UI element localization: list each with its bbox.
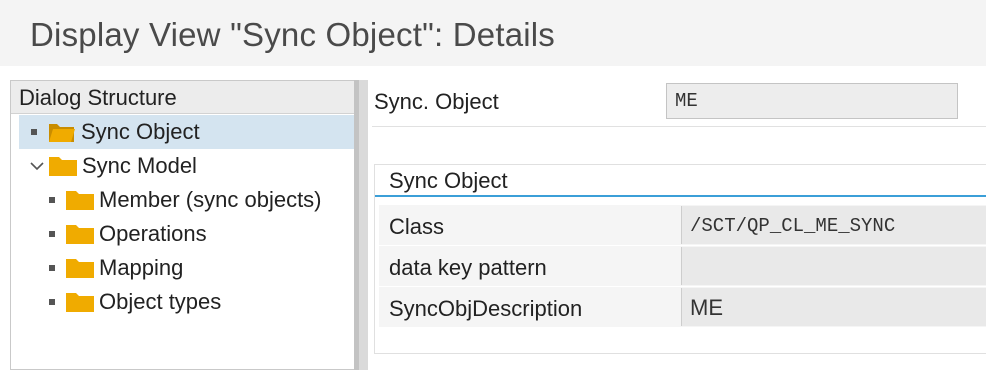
folder-icon <box>65 290 95 314</box>
bullet-icon <box>49 231 55 237</box>
folder-icon <box>65 222 95 246</box>
folder-icon <box>65 256 95 280</box>
bullet-icon <box>49 299 55 305</box>
tree-item-sync-model[interactable]: Sync Model <box>29 149 197 183</box>
title-bar: Display View "Sync Object": Details <box>0 0 986 66</box>
sync-object-group: Sync Object Class /SCT/QP_CL_ME_SYNC dat… <box>374 164 986 354</box>
sync-obj-description-field[interactable]: ME <box>681 288 986 326</box>
bullet-icon <box>49 197 55 203</box>
sync-obj-description-label: SyncObjDescription <box>389 296 583 321</box>
tree-item-object-types[interactable]: Object types <box>49 285 221 319</box>
tree-item-member-sync-objects[interactable]: Member (sync objects) <box>49 183 322 217</box>
bullet-icon <box>49 265 55 271</box>
data-key-pattern-label: data key pattern <box>389 255 547 280</box>
tree-item-sync-object[interactable]: Sync Object <box>19 115 355 149</box>
tree-item-operations[interactable]: Operations <box>49 217 207 251</box>
tree-item-label: Operations <box>99 221 207 246</box>
class-label: Class <box>389 214 445 239</box>
folder-icon <box>48 154 78 178</box>
panel-splitter[interactable] <box>354 80 368 370</box>
tree-item-label: Mapping <box>99 255 184 280</box>
field-row-sync-obj-description: SyncObjDescription ME <box>379 287 986 327</box>
divider <box>372 126 986 127</box>
bullet-icon <box>31 129 37 135</box>
tree-item-label: Sync Object <box>81 119 200 144</box>
details-area: Sync. Object ME Sync Object Class /SCT/Q… <box>368 80 986 370</box>
field-row-data-key-pattern: data key pattern <box>379 246 986 286</box>
data-key-pattern-field[interactable] <box>681 247 986 285</box>
dialog-structure-header: Dialog Structure <box>11 81 354 114</box>
tree-item-label: Member (sync objects) <box>99 187 322 212</box>
tree-item-mapping[interactable]: Mapping <box>49 251 183 285</box>
page-title: Display View "Sync Object": Details <box>30 16 556 53</box>
group-title: Sync Object <box>375 165 986 197</box>
tree-item-label: Sync Model <box>82 153 197 178</box>
sync-object-key-label: Sync. Object <box>374 89 499 114</box>
class-field[interactable]: /SCT/QP_CL_ME_SYNC <box>681 206 986 244</box>
splitter-handle[interactable] <box>354 80 359 370</box>
folder-icon <box>65 188 95 212</box>
sync-object-key-field[interactable]: ME <box>666 83 958 119</box>
tree-item-label: Object types <box>99 289 222 314</box>
dialog-structure-panel: Dialog Structure Sync Object Sync Model … <box>10 80 355 370</box>
field-row-class: Class /SCT/QP_CL_ME_SYNC <box>379 205 986 245</box>
chevron-down-icon[interactable] <box>29 158 45 174</box>
open-folder-icon <box>47 120 77 144</box>
